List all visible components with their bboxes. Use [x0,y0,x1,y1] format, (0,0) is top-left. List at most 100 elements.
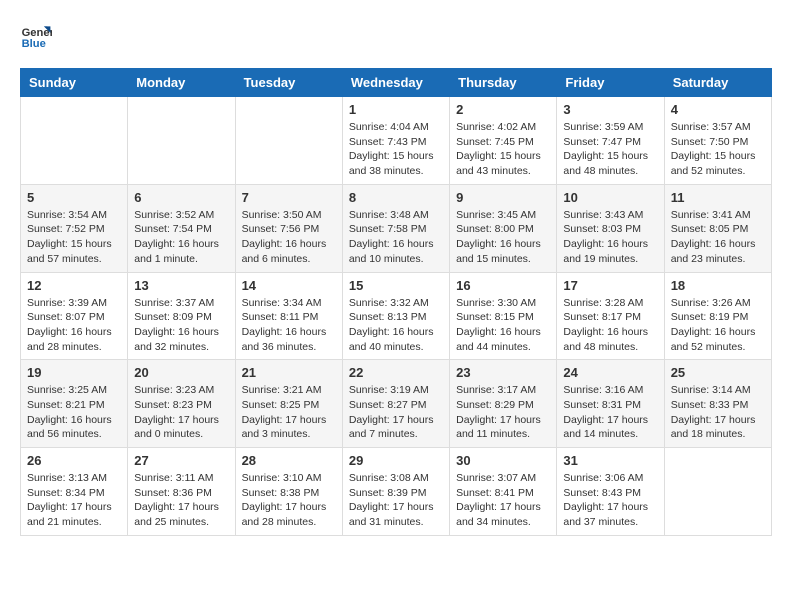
calendar-cell: 17 Sunrise: 3:28 AM Sunset: 8:17 PM Dayli… [557,272,664,360]
day-number: 30 [456,453,550,468]
day-number: 16 [456,278,550,293]
calendar-cell: 13 Sunrise: 3:37 AM Sunset: 8:09 PM Dayli… [128,272,235,360]
day-info: Sunrise: 3:07 AM Sunset: 8:41 PM Dayligh… [456,471,550,530]
calendar-cell: 24 Sunrise: 3:16 AM Sunset: 8:31 PM Dayli… [557,360,664,448]
day-info: Sunrise: 3:10 AM Sunset: 8:38 PM Dayligh… [242,471,336,530]
day-info: Sunrise: 4:04 AM Sunset: 7:43 PM Dayligh… [349,120,443,179]
day-number: 5 [27,190,121,205]
day-info: Sunrise: 3:39 AM Sunset: 8:07 PM Dayligh… [27,296,121,355]
calendar-cell: 3Sunrise: 3:59 AM Sunset: 7:47 PM Daylig… [557,97,664,185]
day-info: Sunrise: 3:57 AM Sunset: 7:50 PM Dayligh… [671,120,765,179]
weekday-header-thursday: Thursday [450,69,557,97]
logo: General Blue [20,20,56,52]
calendar-cell: 29Sunrise: 3:08 AM Sunset: 8:39 PM Dayli… [342,448,449,536]
day-number: 2 [456,102,550,117]
day-number: 9 [456,190,550,205]
calendar-week-2: 5 Sunrise: 3:54 AM Sunset: 7:52 PM Daylig… [21,184,772,272]
day-info: Sunrise: 3:54 AM Sunset: 7:52 PM Dayligh… [27,208,121,267]
day-number: 20 [134,365,228,380]
day-number: 13 [134,278,228,293]
calendar-cell [235,97,342,185]
calendar-cell: 30 Sunrise: 3:07 AM Sunset: 8:41 PM Dayli… [450,448,557,536]
day-number: 17 [563,278,657,293]
calendar-week-1: 1 Sunrise: 4:04 AM Sunset: 7:43 PM Daylig… [21,97,772,185]
day-number: 3 [563,102,657,117]
calendar-cell: 4 Sunrise: 3:57 AM Sunset: 7:50 PM Daylig… [664,97,771,185]
day-info: Sunrise: 3:43 AM Sunset: 8:03 PM Dayligh… [563,208,657,267]
weekday-header-wednesday: Wednesday [342,69,449,97]
day-number: 27 [134,453,228,468]
day-number: 10 [563,190,657,205]
calendar-cell: 16 Sunrise: 3:30 AM Sunset: 8:15 PM Dayli… [450,272,557,360]
day-number: 4 [671,102,765,117]
calendar-cell: 21 Sunrise: 3:21 AM Sunset: 8:25 PM Dayli… [235,360,342,448]
day-info: Sunrise: 3:52 AM Sunset: 7:54 PM Dayligh… [134,208,228,267]
calendar-cell: 10 Sunrise: 3:43 AM Sunset: 8:03 PM Dayli… [557,184,664,272]
day-number: 26 [27,453,121,468]
calendar-cell: 2 Sunrise: 4:02 AM Sunset: 7:45 PM Daylig… [450,97,557,185]
calendar-cell: 15Sunrise: 3:32 AM Sunset: 8:13 PM Dayli… [342,272,449,360]
calendar-table: SundayMondayTuesdayWednesdayThursdayFrid… [20,68,772,536]
day-info: Sunrise: 3:14 AM Sunset: 8:33 PM Dayligh… [671,383,765,442]
day-info: Sunrise: 3:34 AM Sunset: 8:11 PM Dayligh… [242,296,336,355]
day-info: Sunrise: 3:21 AM Sunset: 8:25 PM Dayligh… [242,383,336,442]
day-info: Sunrise: 4:02 AM Sunset: 7:45 PM Dayligh… [456,120,550,179]
calendar-cell: 26 Sunrise: 3:13 AM Sunset: 8:34 PM Dayli… [21,448,128,536]
calendar-cell: 8 Sunrise: 3:48 AM Sunset: 7:58 PM Daylig… [342,184,449,272]
day-info: Sunrise: 3:28 AM Sunset: 8:17 PM Dayligh… [563,296,657,355]
page-header: General Blue [20,20,772,52]
calendar-week-4: 19Sunrise: 3:25 AM Sunset: 8:21 PM Dayli… [21,360,772,448]
calendar-body: 1 Sunrise: 4:04 AM Sunset: 7:43 PM Daylig… [21,97,772,536]
day-number: 18 [671,278,765,293]
day-number: 8 [349,190,443,205]
day-number: 24 [563,365,657,380]
calendar-cell: 23Sunrise: 3:17 AM Sunset: 8:29 PM Dayli… [450,360,557,448]
day-number: 23 [456,365,550,380]
day-number: 11 [671,190,765,205]
day-info: Sunrise: 3:11 AM Sunset: 8:36 PM Dayligh… [134,471,228,530]
day-info: Sunrise: 3:41 AM Sunset: 8:05 PM Dayligh… [671,208,765,267]
day-info: Sunrise: 3:23 AM Sunset: 8:23 PM Dayligh… [134,383,228,442]
day-info: Sunrise: 3:13 AM Sunset: 8:34 PM Dayligh… [27,471,121,530]
svg-text:Blue: Blue [22,38,46,50]
day-number: 21 [242,365,336,380]
day-number: 25 [671,365,765,380]
weekday-header-sunday: Sunday [21,69,128,97]
day-info: Sunrise: 3:50 AM Sunset: 7:56 PM Dayligh… [242,208,336,267]
day-number: 29 [349,453,443,468]
day-number: 12 [27,278,121,293]
day-number: 1 [349,102,443,117]
day-info: Sunrise: 3:45 AM Sunset: 8:00 PM Dayligh… [456,208,550,267]
weekday-header-saturday: Saturday [664,69,771,97]
calendar-cell: 18 Sunrise: 3:26 AM Sunset: 8:19 PM Dayli… [664,272,771,360]
day-number: 22 [349,365,443,380]
day-number: 6 [134,190,228,205]
day-number: 7 [242,190,336,205]
day-info: Sunrise: 3:48 AM Sunset: 7:58 PM Dayligh… [349,208,443,267]
calendar-cell: 6 Sunrise: 3:52 AM Sunset: 7:54 PM Daylig… [128,184,235,272]
calendar-header: SundayMondayTuesdayWednesdayThursdayFrid… [21,69,772,97]
day-info: Sunrise: 3:06 AM Sunset: 8:43 PM Dayligh… [563,471,657,530]
calendar-cell: 9 Sunrise: 3:45 AM Sunset: 8:00 PM Daylig… [450,184,557,272]
day-info: Sunrise: 3:16 AM Sunset: 8:31 PM Dayligh… [563,383,657,442]
calendar-cell [21,97,128,185]
calendar-cell [128,97,235,185]
day-number: 19 [27,365,121,380]
calendar-cell: 19Sunrise: 3:25 AM Sunset: 8:21 PM Dayli… [21,360,128,448]
weekday-header-tuesday: Tuesday [235,69,342,97]
calendar-cell: 5 Sunrise: 3:54 AM Sunset: 7:52 PM Daylig… [21,184,128,272]
calendar-cell: 28 Sunrise: 3:10 AM Sunset: 8:38 PM Dayli… [235,448,342,536]
day-number: 15 [349,278,443,293]
calendar-cell: 11 Sunrise: 3:41 AM Sunset: 8:05 PM Dayli… [664,184,771,272]
day-info: Sunrise: 3:30 AM Sunset: 8:15 PM Dayligh… [456,296,550,355]
calendar-cell: 22 Sunrise: 3:19 AM Sunset: 8:27 PM Dayli… [342,360,449,448]
day-number: 28 [242,453,336,468]
day-info: Sunrise: 3:26 AM Sunset: 8:19 PM Dayligh… [671,296,765,355]
day-info: Sunrise: 3:37 AM Sunset: 8:09 PM Dayligh… [134,296,228,355]
logo-icon: General Blue [20,20,52,52]
calendar-cell: 25 Sunrise: 3:14 AM Sunset: 8:33 PM Dayli… [664,360,771,448]
day-info: Sunrise: 3:19 AM Sunset: 8:27 PM Dayligh… [349,383,443,442]
calendar-week-5: 26 Sunrise: 3:13 AM Sunset: 8:34 PM Dayli… [21,448,772,536]
weekday-header-friday: Friday [557,69,664,97]
calendar-cell: 12 Sunrise: 3:39 AM Sunset: 8:07 PM Dayli… [21,272,128,360]
